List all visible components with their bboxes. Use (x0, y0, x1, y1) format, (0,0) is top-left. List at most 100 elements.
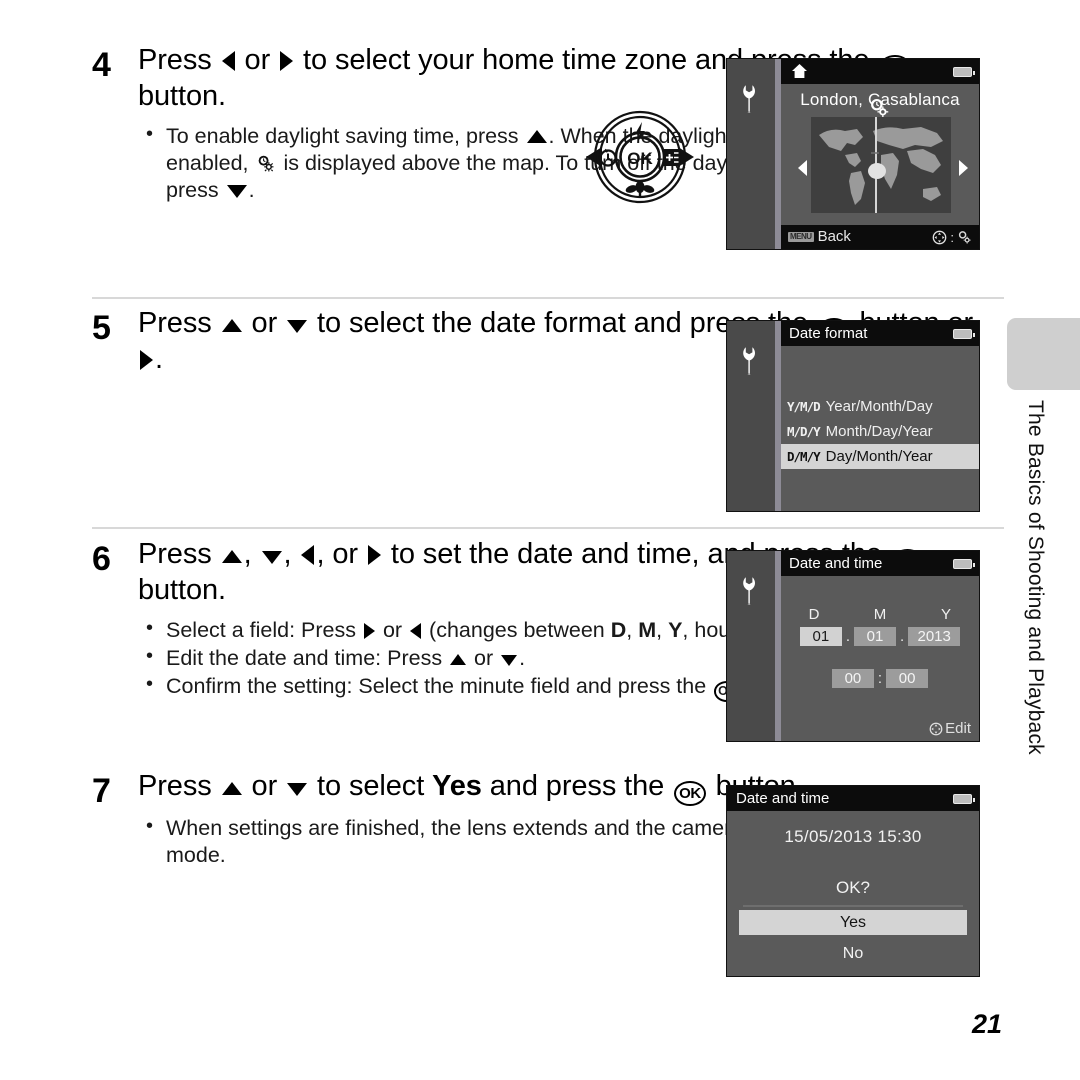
bullet-text-1: Confirm the setting: Select the minute f… (166, 674, 713, 699)
map-right-arrow-icon[interactable] (957, 159, 969, 177)
daylight-saving-icon (259, 155, 274, 172)
field-y: Y (668, 617, 683, 642)
time-separator: : (877, 670, 883, 687)
screen-title: Date and time (736, 790, 830, 807)
yes-emphasis: Yes (432, 770, 482, 802)
down-arrow-icon (501, 654, 518, 666)
dst-hint: : (932, 230, 972, 245)
step-4-text-1: Press (138, 44, 220, 76)
daylight-saving-icon (958, 230, 971, 244)
map-left-arrow-icon[interactable] (797, 159, 809, 177)
step-6-number: 6 (92, 540, 111, 578)
field-m: M (638, 617, 657, 642)
screen-content: Date format Y/M/D Year/Month/Day M/D/Y Mon… (781, 321, 979, 511)
battery-icon (953, 67, 975, 77)
screen-title: Date and time (789, 555, 883, 572)
left-arrow-icon (221, 51, 235, 71)
self-timer-icon (599, 148, 617, 167)
date-format-screen: Date format Y/M/D Year/Month/Day M/D/Y Mon… (726, 320, 980, 512)
hour-field[interactable]: 00 (831, 669, 874, 688)
date-field-headers: D M Y (781, 606, 979, 623)
no-option[interactable]: No (727, 945, 979, 963)
date-format-option-dmy[interactable]: D/M/Y Day/Month/Year (781, 444, 979, 469)
step-6-text-3: , (283, 538, 300, 570)
multi-selector-icon (933, 230, 947, 244)
step-5-number: 5 (92, 309, 111, 347)
step-5-text-5: . (155, 343, 163, 375)
down-arrow-icon (226, 185, 247, 199)
yes-option[interactable]: Yes (739, 910, 967, 935)
svg-text:OK: OK (627, 149, 653, 168)
minute-field[interactable]: 00 (886, 669, 929, 688)
date-fields: 01 . 01 . 2013 (781, 627, 979, 646)
screen-content: Date and time D M Y 01 . 01 . 2013 00 : … (781, 551, 979, 741)
bullet-text-4: . (248, 178, 255, 203)
screen-title-bar: Date format (781, 321, 979, 346)
confirm-question: OK? (835, 878, 871, 897)
bullet-text-1: To enable daylight saving time, press (166, 123, 525, 148)
down-arrow-icon (287, 320, 308, 333)
day-field[interactable]: 01 (799, 627, 842, 646)
step-7-number: 7 (92, 772, 111, 810)
up-arrow-icon (450, 653, 467, 665)
date-format-option-mdy[interactable]: M/D/Y Month/Day/Year (781, 419, 979, 444)
field-d: D (610, 617, 627, 642)
header-month: M (873, 606, 887, 623)
wrench-icon (743, 347, 755, 375)
month-field[interactable]: 01 (854, 627, 896, 646)
screen-sidebar (727, 59, 775, 249)
menu-button-chip: MENU (788, 232, 814, 242)
year-field[interactable]: 2013 (908, 627, 961, 646)
section-divider-2 (92, 527, 1004, 529)
screen-content: London, Casablanca MENU Back: (781, 59, 979, 249)
step-6-text-6: button. (138, 574, 226, 606)
step-4-text-2: or (236, 44, 279, 76)
option-label: Day/Month/Year (825, 448, 933, 465)
date-separator: . (845, 628, 850, 645)
left-arrow-icon (301, 545, 315, 565)
header-year: Y (940, 606, 951, 623)
battery-icon (953, 329, 975, 339)
bullet-text-2: or (468, 645, 500, 670)
step-7-text-1: Press (138, 770, 220, 802)
left-arrow-icon (410, 622, 422, 639)
date-format-option-ymd[interactable]: Y/M/D Year/Month/Day (781, 394, 979, 419)
screen-sidebar (727, 321, 775, 511)
date-format-options: Y/M/D Year/Month/Day M/D/Y Month/Day/Year … (781, 394, 979, 469)
ok-button-icon: OK (674, 781, 706, 806)
right-arrow-icon (280, 51, 294, 71)
screen-sidebar (727, 551, 775, 741)
up-arrow-icon (221, 319, 242, 332)
world-map (811, 117, 951, 213)
bullet-text-2: or (376, 617, 409, 642)
screen-title-bar: Date and time (781, 551, 979, 576)
down-arrow-icon (287, 783, 308, 796)
step-6-text-4: , or (316, 538, 366, 570)
battery-icon (953, 559, 975, 569)
screen-title: Date format (789, 325, 868, 342)
step-4-text-4: button. (138, 80, 226, 112)
date-separator: . (900, 628, 905, 645)
flash-icon (635, 122, 645, 143)
battery-icon (953, 794, 975, 804)
screen-title-bar (781, 59, 979, 84)
manual-page: 4 Press or to select your home time zone… (0, 0, 1080, 1080)
confirm-datetime: 15/05/2013 15:30 (784, 827, 922, 846)
step-7-text-3: to select (309, 770, 433, 802)
time-fields: 00 : 00 (781, 669, 979, 688)
up-arrow-icon (221, 550, 242, 563)
edit-label: Edit (945, 720, 971, 737)
right-arrow-icon (140, 350, 153, 370)
multi-selector-icon (929, 722, 943, 735)
right-arrow-icon (363, 622, 375, 639)
wrench-icon (743, 577, 755, 605)
step-7-text-4: and press the (481, 770, 673, 802)
side-tab-block (1007, 318, 1080, 390)
date-time-confirm-screen: Date and time 15/05/2013 15:30 OK? Yes N… (726, 785, 980, 977)
section-divider-1 (92, 297, 1004, 299)
confirm-divider (743, 905, 963, 907)
option-label: Year/Month/Day (825, 398, 933, 415)
exposure-compensation-icon (663, 149, 680, 166)
bullet-text-3: . (519, 645, 526, 670)
bullet-text-1: Select a field: Press (166, 617, 362, 642)
